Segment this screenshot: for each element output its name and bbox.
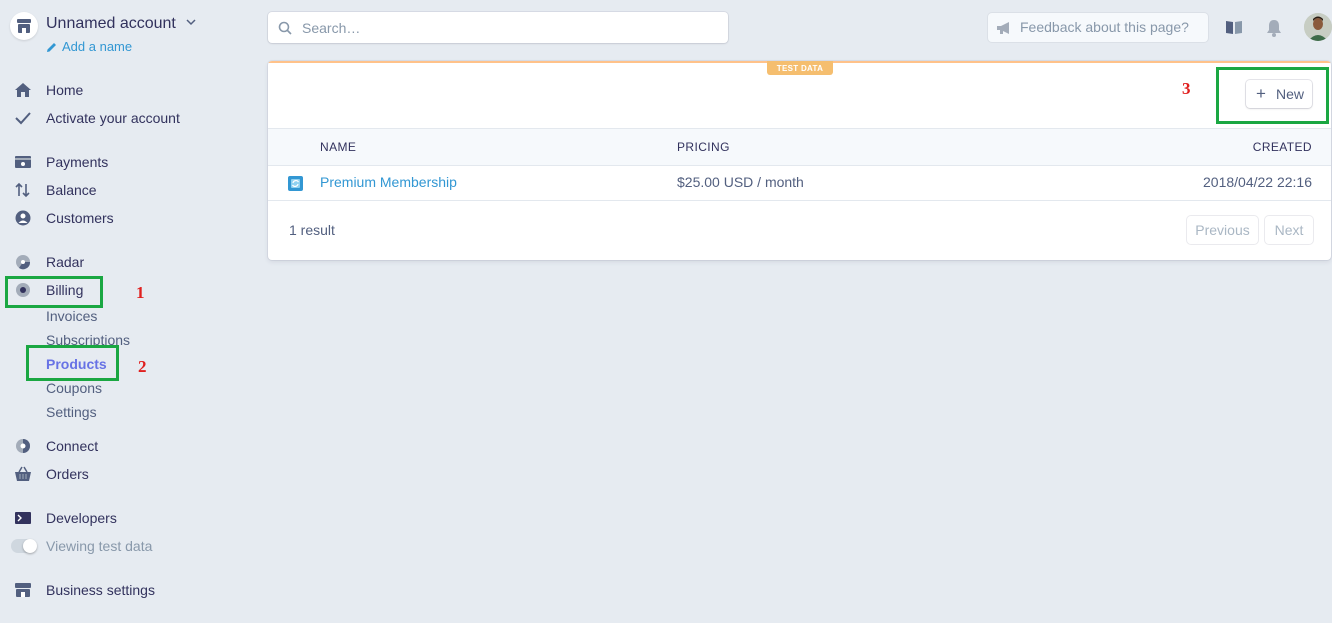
annotation-number-2: 2 bbox=[138, 357, 147, 376]
table-header: NAME PRICING CREATED bbox=[268, 128, 1331, 166]
checkmark-icon bbox=[15, 112, 31, 125]
product-created: 2018/04/22 22:16 bbox=[1203, 174, 1312, 190]
basket-icon bbox=[15, 466, 31, 481]
test-data-toggle[interactable] bbox=[11, 539, 37, 553]
column-header-pricing[interactable]: PRICING bbox=[677, 140, 730, 154]
terminal-icon bbox=[15, 512, 31, 524]
store-icon bbox=[10, 12, 38, 40]
nav-balance[interactable]: Balance bbox=[14, 179, 234, 201]
plus-icon: + bbox=[1256, 84, 1266, 103]
bell-icon[interactable] bbox=[1266, 19, 1282, 37]
column-header-created[interactable]: CREATED bbox=[1253, 140, 1312, 154]
sidebar: Unnamed account Add a name Home Activate… bbox=[0, 0, 250, 623]
nav-orders[interactable]: Orders bbox=[14, 463, 234, 485]
search-icon bbox=[278, 21, 292, 35]
connect-icon bbox=[16, 439, 30, 453]
feedback-label: Feedback about this page? bbox=[1020, 19, 1189, 35]
chevron-down-icon[interactable] bbox=[186, 18, 196, 26]
nav-business-settings[interactable]: Business settings bbox=[14, 579, 234, 601]
feedback-button[interactable]: Feedback about this page? bbox=[988, 13, 1208, 42]
toggle-knob bbox=[23, 539, 37, 553]
pencil-icon bbox=[47, 43, 56, 52]
annotation-box-products bbox=[26, 345, 119, 381]
account-name[interactable]: Unnamed account bbox=[46, 15, 176, 33]
store-icon bbox=[15, 583, 31, 597]
new-product-button[interactable]: + New bbox=[1246, 80, 1312, 108]
product-pricing: $25.00 USD / month bbox=[677, 174, 804, 190]
radar-icon bbox=[16, 255, 31, 270]
nav-connect[interactable]: Connect bbox=[14, 435, 234, 457]
nav-radar[interactable]: Radar bbox=[14, 251, 234, 273]
next-page-button[interactable]: Next bbox=[1265, 216, 1313, 244]
nav-activate-account[interactable]: Activate your account bbox=[14, 107, 234, 129]
search-input[interactable] bbox=[300, 17, 714, 39]
test-data-badge: TEST DATA bbox=[767, 61, 833, 75]
megaphone-icon bbox=[997, 22, 1009, 34]
home-icon bbox=[15, 83, 31, 97]
customer-icon bbox=[15, 210, 31, 226]
nav-developers[interactable]: Developers bbox=[14, 507, 234, 529]
table-row[interactable]: Premium Membership $25.00 USD / month 20… bbox=[268, 165, 1331, 201]
search-bar[interactable] bbox=[268, 12, 728, 43]
balance-arrows-icon bbox=[15, 182, 30, 198]
product-name-link[interactable]: Premium Membership bbox=[320, 174, 457, 190]
nav-billing-settings[interactable]: Settings bbox=[46, 404, 97, 420]
nav-home[interactable]: Home bbox=[14, 79, 234, 101]
add-name-link[interactable]: Add a name bbox=[46, 39, 132, 54]
result-count: 1 result bbox=[289, 222, 335, 238]
nav-payments[interactable]: Payments bbox=[14, 151, 234, 173]
nav-invoices[interactable]: Invoices bbox=[46, 308, 97, 324]
previous-page-button[interactable]: Previous bbox=[1187, 216, 1258, 244]
book-icon[interactable] bbox=[1225, 20, 1243, 35]
viewing-test-data-label: Viewing test data bbox=[46, 538, 153, 554]
column-header-name[interactable]: NAME bbox=[320, 140, 356, 154]
annotation-box-billing bbox=[5, 276, 103, 308]
payments-icon bbox=[15, 156, 31, 168]
products-card: TEST DATA 3 + New NAME PRICING CREATED P… bbox=[268, 61, 1331, 260]
nav-coupons[interactable]: Coupons bbox=[46, 380, 102, 396]
nav-customers[interactable]: Customers bbox=[14, 207, 234, 229]
recurring-product-icon bbox=[288, 176, 303, 191]
annotation-number-1: 1 bbox=[136, 283, 145, 302]
user-avatar[interactable] bbox=[1304, 13, 1332, 41]
annotation-number-3: 3 bbox=[1182, 79, 1191, 98]
